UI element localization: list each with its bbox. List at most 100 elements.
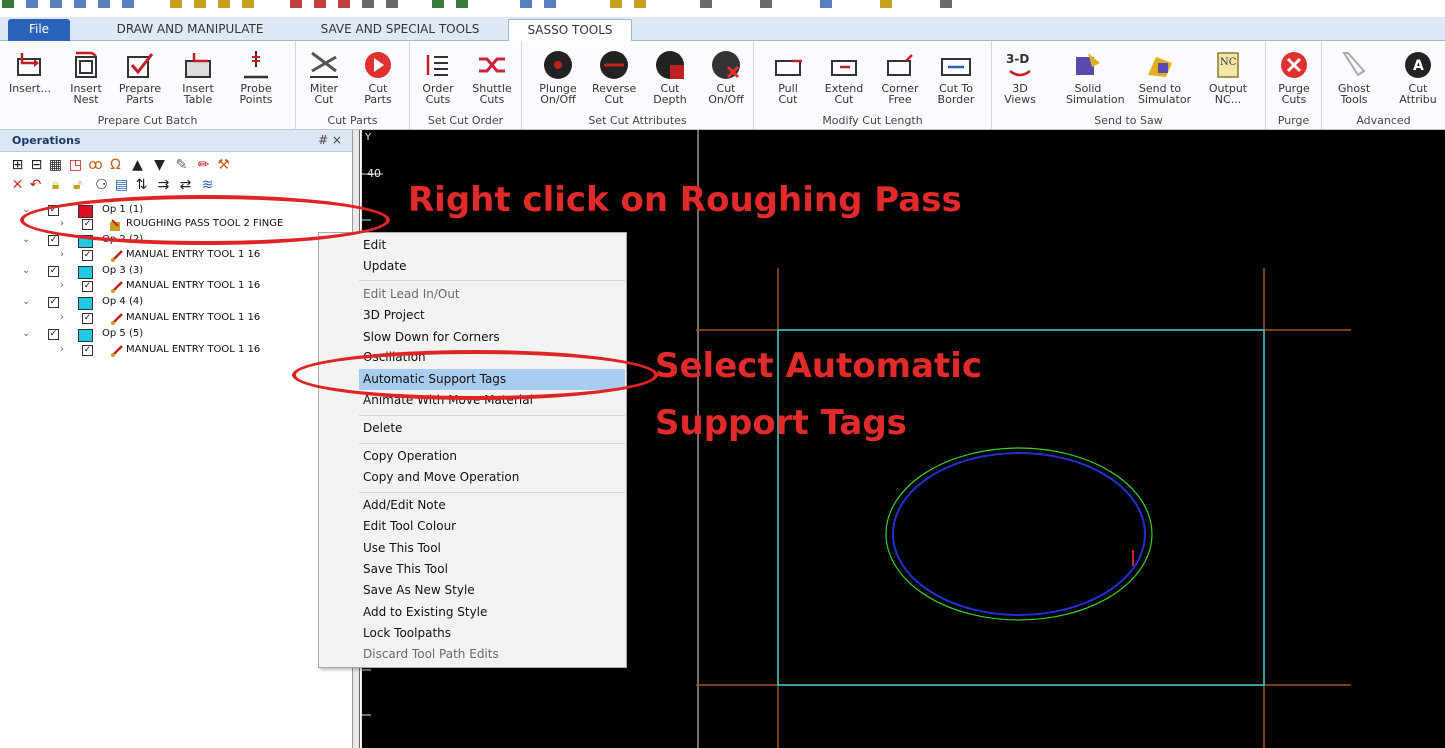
prepare-parts-button[interactable]: Prepare Parts: [118, 49, 162, 105]
menu-item-edit[interactable]: Edit: [363, 235, 386, 256]
calculator-icon[interactable]: ▦: [48, 158, 63, 173]
pull-cut-button[interactable]: Pull Cut: [766, 49, 810, 105]
miter-cut-button[interactable]: Miter Cut: [302, 49, 346, 105]
quick-access-icon[interactable]: [338, 0, 350, 8]
quick-access-icon[interactable]: [610, 0, 622, 8]
cut-parts-button[interactable]: Cut Parts: [356, 49, 400, 105]
shuffle-cuts-button[interactable]: Shuttle Cuts: [470, 49, 514, 105]
reverse-cut-button[interactable]: Reverse Cut: [592, 49, 636, 105]
quick-access-icon[interactable]: [880, 0, 892, 8]
menu-item-update[interactable]: Update: [363, 256, 406, 277]
pencil-icon[interactable]: ✏: [196, 158, 211, 173]
cut-to-border-button[interactable]: Cut To Border: [934, 49, 978, 105]
menu-item-save-this-tool[interactable]: Save This Tool: [363, 559, 448, 580]
op-checkbox[interactable]: ✓: [48, 266, 59, 277]
op-checkbox[interactable]: ✓: [48, 297, 59, 308]
tab-sasso-tools[interactable]: SASSO TOOLS: [508, 19, 632, 41]
menu-item-use-this-tool[interactable]: Use This Tool: [363, 538, 441, 559]
insert-button[interactable]: Insert...: [8, 49, 52, 94]
cut-attributes-button[interactable]: A Cut Attribu: [1396, 49, 1440, 105]
quick-access-icon[interactable]: [362, 0, 374, 8]
menu-item-lock-toolpaths[interactable]: Lock Toolpaths: [363, 623, 451, 644]
new-folder-icon[interactable]: ◳: [68, 158, 83, 173]
toolpath-checkbox[interactable]: ✓: [82, 313, 93, 324]
quick-access-icon[interactable]: [122, 0, 134, 8]
tab-save-and-special-tools[interactable]: SAVE AND SPECIAL TOOLS: [298, 19, 502, 41]
menu-item-edit-lead-in-out[interactable]: Edit Lead In/Out: [363, 284, 460, 305]
chevron-down-icon[interactable]: ⌄: [22, 265, 30, 276]
output-nc-button[interactable]: NC Output NC...: [1206, 49, 1250, 105]
op-checkbox[interactable]: ✓: [48, 235, 59, 246]
split-icon[interactable]: ⇄: [178, 178, 193, 193]
lock-icon[interactable]: 🔒︎: [48, 178, 63, 193]
move-down-icon[interactable]: ▼: [152, 158, 167, 173]
tab-file[interactable]: File: [8, 19, 70, 41]
toolpath-checkbox[interactable]: ✓: [82, 345, 93, 356]
table-icon[interactable]: ▤: [114, 178, 129, 193]
quick-access-icon[interactable]: [520, 0, 532, 8]
quick-access-icon[interactable]: [544, 0, 556, 8]
menu-item-slow-down-for-corners[interactable]: Slow Down for Corners: [363, 327, 500, 348]
move-up-icon[interactable]: ▲: [130, 158, 145, 173]
wand-icon[interactable]: ⚒: [216, 158, 231, 173]
delete-icon[interactable]: ✕: [10, 178, 25, 193]
ungroup-icon[interactable]: Ω: [108, 158, 123, 173]
cut-on-off-button[interactable]: Cut On/Off: [704, 49, 748, 105]
menu-item-delete[interactable]: Delete: [363, 418, 402, 439]
send-to-simulator-button[interactable]: Send to Simulator: [1138, 49, 1191, 105]
layers-icon[interactable]: ≋: [200, 178, 215, 193]
merge-icon[interactable]: ⇉: [156, 178, 171, 193]
menu-item-save-as-new-style[interactable]: Save As New Style: [363, 580, 475, 601]
insert-table-button[interactable]: Insert Table: [176, 49, 220, 105]
solid-simulation-button[interactable]: Solid Simulation: [1066, 49, 1125, 105]
quick-access-icon[interactable]: [98, 0, 110, 8]
edit-icon[interactable]: ✎: [174, 158, 189, 173]
op-checkbox[interactable]: ✓: [48, 329, 59, 340]
op-color-swatch[interactable]: [78, 297, 93, 310]
quick-access-icon[interactable]: [940, 0, 952, 8]
menu-item-discard-tool-path-edits[interactable]: Discard Tool Path Edits: [363, 644, 499, 665]
quick-access-icon[interactable]: [314, 0, 326, 8]
unlock-icon[interactable]: 🔓︎: [70, 178, 85, 193]
quick-access-icon[interactable]: [700, 0, 712, 8]
insert-nest-button[interactable]: Insert Nest: [64, 49, 108, 105]
quick-access-icon[interactable]: [74, 0, 86, 8]
collapse-all-icon[interactable]: ⊟: [29, 158, 44, 173]
chevron-right-icon[interactable]: ›: [60, 280, 64, 291]
menu-item-copy-and-move-operation[interactable]: Copy and Move Operation: [363, 467, 519, 488]
purge-cuts-button[interactable]: Purge Cuts: [1272, 49, 1316, 105]
quick-access-icon[interactable]: [432, 0, 444, 8]
menu-item-3d-project[interactable]: 3D Project: [363, 305, 425, 326]
cut-depth-button[interactable]: Cut Depth: [648, 49, 692, 105]
op-color-swatch[interactable]: [78, 266, 93, 279]
quick-access-icon[interactable]: [50, 0, 62, 8]
chevron-right-icon[interactable]: ›: [60, 344, 64, 355]
probe-points-button[interactable]: Probe Points: [234, 49, 278, 105]
toolpath-checkbox[interactable]: ✓: [82, 281, 93, 292]
extend-cut-button[interactable]: Extend Cut: [822, 49, 866, 105]
chevron-down-icon[interactable]: ⌄: [22, 328, 30, 339]
op-color-swatch[interactable]: [78, 329, 93, 342]
quick-access-icon[interactable]: [26, 0, 38, 8]
quick-access-icon[interactable]: [170, 0, 182, 8]
3d-views-button[interactable]: 3-D 3D Views: [998, 49, 1042, 105]
menu-item-copy-operation[interactable]: Copy Operation: [363, 446, 457, 467]
quick-access-icon[interactable]: [2, 0, 14, 8]
tab-draw-and-manipulate[interactable]: DRAW AND MANIPULATE: [90, 19, 290, 41]
expand-all-icon[interactable]: ⊞: [10, 158, 25, 173]
sort-icon[interactable]: ⇅: [134, 178, 149, 193]
menu-item-add-to-existing-style[interactable]: Add to Existing Style: [363, 602, 487, 623]
menu-item-edit-tool-colour[interactable]: Edit Tool Colour: [363, 516, 456, 537]
quick-access-icon[interactable]: [634, 0, 646, 8]
quick-access-icon[interactable]: [386, 0, 398, 8]
quick-access-icon[interactable]: [194, 0, 206, 8]
quick-access-icon[interactable]: [218, 0, 230, 8]
quick-access-icon[interactable]: [242, 0, 254, 8]
quick-access-icon[interactable]: [456, 0, 468, 8]
group-icon[interactable]: ꝏ: [88, 158, 103, 173]
quick-access-icon[interactable]: [760, 0, 772, 8]
toolpath-checkbox[interactable]: ✓: [82, 250, 93, 261]
undo-icon[interactable]: ↶: [28, 178, 43, 193]
chevron-right-icon[interactable]: ›: [60, 312, 64, 323]
menu-item-add-edit-note[interactable]: Add/Edit Note: [363, 495, 446, 516]
